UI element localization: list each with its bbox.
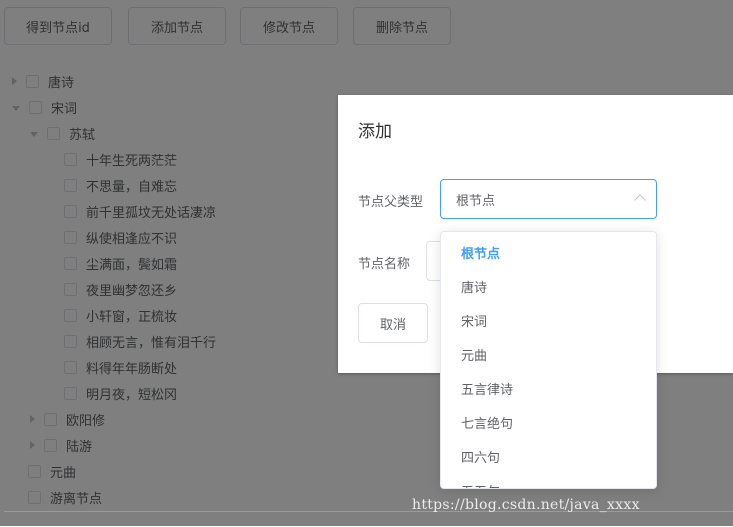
chevron-up-icon: [634, 194, 646, 206]
parent-type-value: 根节点: [456, 193, 496, 209]
dropdown-option[interactable]: 五言律诗: [441, 374, 656, 408]
cancel-button[interactable]: 取消: [358, 303, 428, 343]
dropdown-option[interactable]: 七言绝句: [441, 408, 656, 442]
dropdown-option-list: 根节点 唐诗 宋词 元曲 五言律诗 七言绝句 四六句 五五句: [441, 238, 656, 488]
parent-type-dropdown: 根节点 唐诗 宋词 元曲 五言律诗 七言绝句 四六句 五五句: [440, 231, 657, 489]
dialog-title: 添加: [358, 122, 392, 142]
watermark-text: https://blog.csdn.net/java_xxxx: [412, 497, 640, 513]
dropdown-option[interactable]: 元曲: [441, 340, 656, 374]
dropdown-option[interactable]: 四六句: [441, 442, 656, 476]
node-name-label: 节点名称: [358, 257, 411, 272]
dropdown-option[interactable]: 唐诗: [441, 272, 656, 306]
divider: [4, 511, 733, 527]
parent-type-select[interactable]: 根节点: [440, 179, 657, 219]
dropdown-option-selected[interactable]: 根节点: [441, 238, 656, 272]
parent-type-label: 节点父类型: [358, 195, 424, 210]
dropdown-option[interactable]: 五五句: [441, 476, 656, 488]
dropdown-option[interactable]: 宋词: [441, 306, 656, 340]
